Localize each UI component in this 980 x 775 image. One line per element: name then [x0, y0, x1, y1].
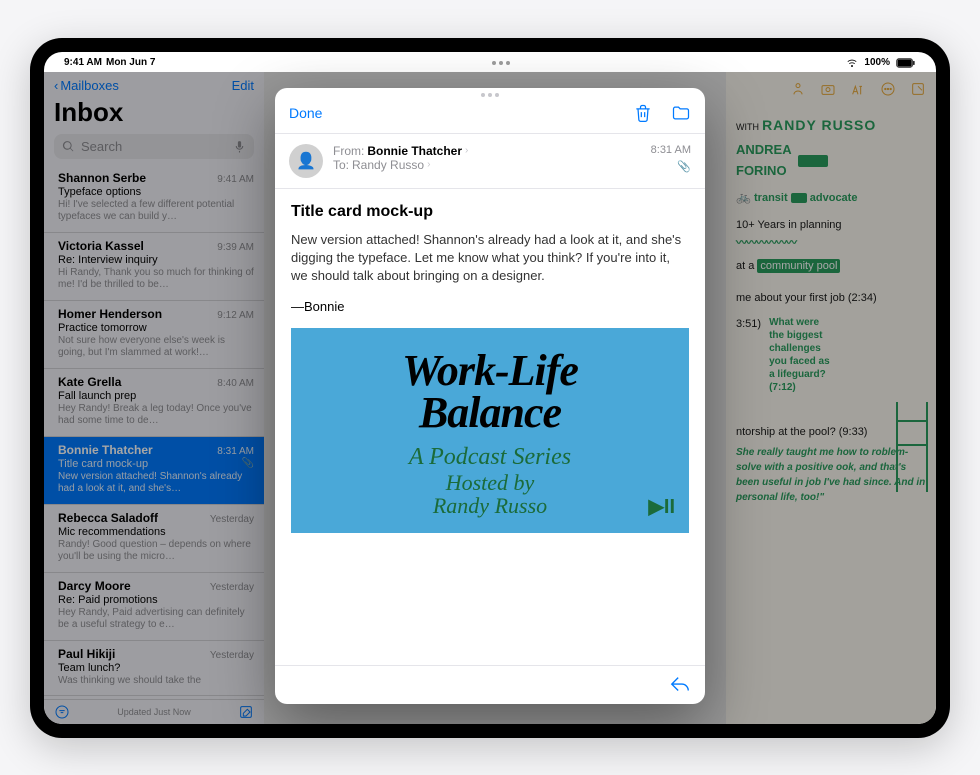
dim-overlay[interactable]	[726, 72, 936, 724]
status-time: 9:41 AM	[64, 57, 102, 68]
battery-percent: 100%	[864, 57, 890, 68]
message-header: 👤 From: Bonnie Thatcher › To: Randy Russ…	[275, 133, 705, 189]
sender-avatar[interactable]: 👤	[289, 144, 323, 178]
reply-icon[interactable]	[669, 674, 691, 696]
message-time: 8:31 AM	[651, 144, 691, 156]
message-subject: Title card mock-up	[291, 203, 689, 221]
reply-bar	[275, 665, 705, 704]
notes-app: WITH RANDY RUSSO ANDREA FORINO 🚲 transit…	[726, 72, 936, 724]
ipad-device-frame: 9:41 AM Mon Jun 7 100% ‹Mailboxes Edit I…	[30, 38, 950, 738]
mail-message-modal: Done 👤 From: Bonnie Thatcher › To: Randy…	[275, 88, 705, 704]
signature: —Bonnie	[291, 299, 689, 314]
battery-icon	[896, 58, 916, 68]
wifi-icon	[846, 57, 858, 69]
ipad-screen: 9:41 AM Mon Jun 7 100% ‹Mailboxes Edit I…	[44, 52, 936, 724]
play-pause-icon: ▶II	[649, 494, 676, 519]
title-card-attachment[interactable]: Work-Life Balance A Podcast Series Hoste…	[291, 328, 689, 533]
mail-app: ‹Mailboxes Edit Inbox Search Shannon Ser…	[44, 72, 264, 724]
message-body[interactable]: Title card mock-up New version attached!…	[275, 189, 705, 665]
chevron-right-icon: ›	[465, 145, 468, 156]
multitask-indicator[interactable]	[492, 61, 510, 65]
message-text: New version attached! Shannon's already …	[291, 231, 689, 286]
paperclip-icon: 📎	[677, 160, 691, 173]
folder-icon[interactable]	[671, 103, 691, 123]
done-button[interactable]: Done	[289, 105, 322, 121]
trash-icon[interactable]	[633, 103, 653, 123]
chevron-right-icon: ›	[427, 159, 430, 170]
dim-overlay[interactable]	[44, 72, 264, 724]
status-bar: 9:41 AM Mon Jun 7 100%	[44, 52, 936, 72]
status-date: Mon Jun 7	[106, 57, 155, 68]
modal-grabber[interactable]	[275, 88, 705, 97]
